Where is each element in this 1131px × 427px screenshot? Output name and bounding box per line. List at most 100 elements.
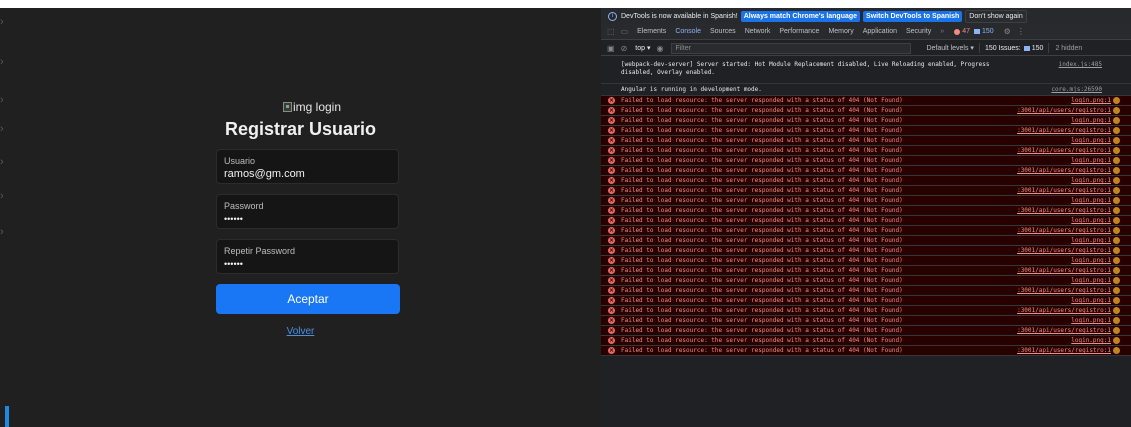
log-source-link[interactable]: core.mjs:26590 bbox=[1051, 86, 1102, 93]
error-message: Failed to load resource: the server resp… bbox=[621, 327, 903, 334]
log-message: [webpack-dev-server] Server started: Hot… bbox=[621, 61, 990, 76]
error-source-link[interactable]: :3001/api/users/registro:1 bbox=[1017, 346, 1111, 355]
error-source-link[interactable]: login.png:1 bbox=[1071, 116, 1111, 125]
network-request-icon[interactable] bbox=[1113, 197, 1120, 204]
network-request-icon[interactable] bbox=[1113, 107, 1120, 114]
console-toolbar: ▣ ⊘ top ▾ ◉ Filter Default levels ▾ 150 … bbox=[601, 41, 1131, 56]
console-error-row: × Failed to load resource: the server res… bbox=[601, 216, 1131, 226]
issue-counter[interactable]: 150 bbox=[973, 28, 994, 35]
network-request-icon[interactable] bbox=[1113, 267, 1120, 274]
network-request-icon[interactable] bbox=[1113, 217, 1120, 224]
repeat-password-value[interactable]: •••••• bbox=[224, 259, 243, 269]
kebab-menu-icon[interactable]: ⋮ bbox=[1017, 27, 1025, 36]
network-request-icon[interactable] bbox=[1113, 157, 1120, 164]
error-source-link[interactable]: :3001/api/users/registro:1 bbox=[1017, 146, 1111, 155]
inspect-element-icon[interactable]: ⬚ bbox=[607, 27, 615, 36]
tab-performance[interactable]: Performance bbox=[779, 28, 819, 35]
network-request-icon[interactable] bbox=[1113, 117, 1120, 124]
error-source-link[interactable]: login.png:1 bbox=[1071, 316, 1111, 325]
network-request-icon[interactable] bbox=[1113, 337, 1120, 344]
gear-icon[interactable]: ⚙ bbox=[1004, 27, 1011, 36]
error-source-link[interactable]: login.png:1 bbox=[1071, 96, 1111, 105]
tab-console[interactable]: Console bbox=[675, 28, 701, 35]
network-request-icon[interactable] bbox=[1113, 277, 1120, 284]
log-source-link[interactable]: index.js:485 bbox=[1059, 61, 1102, 68]
volver-link[interactable]: Volver bbox=[0, 326, 601, 337]
clear-console-icon[interactable]: ⊘ bbox=[621, 44, 628, 53]
error-source-link[interactable]: login.png:1 bbox=[1071, 216, 1111, 225]
error-source-link[interactable]: login.png:1 bbox=[1071, 336, 1111, 345]
error-source-link[interactable]: login.png:1 bbox=[1071, 296, 1111, 305]
network-request-icon[interactable] bbox=[1113, 97, 1120, 104]
network-request-icon[interactable] bbox=[1113, 147, 1120, 154]
more-tabs-icon[interactable]: » bbox=[940, 28, 944, 35]
tab-sources[interactable]: Sources bbox=[710, 28, 736, 35]
network-request-icon[interactable] bbox=[1113, 207, 1120, 214]
tab-application[interactable]: Application bbox=[863, 28, 897, 35]
error-source-link[interactable]: :3001/api/users/registro:1 bbox=[1017, 246, 1111, 255]
tab-network[interactable]: Network bbox=[745, 28, 771, 35]
error-source-link[interactable]: login.png:1 bbox=[1071, 236, 1111, 245]
context-selector[interactable]: top ▾ bbox=[635, 44, 650, 52]
tab-security[interactable]: Security bbox=[906, 28, 931, 35]
error-message: Failed to load resource: the server resp… bbox=[621, 157, 903, 164]
dont-show-again-button[interactable]: Don't show again bbox=[965, 9, 1027, 23]
network-request-icon[interactable] bbox=[1113, 257, 1120, 264]
repeat-password-field[interactable]: Repetir Password •••••• bbox=[216, 239, 399, 274]
network-request-icon[interactable] bbox=[1113, 297, 1120, 304]
error-source-link[interactable]: :3001/api/users/registro:1 bbox=[1017, 306, 1111, 315]
match-language-button[interactable]: Always match Chrome's language bbox=[740, 10, 861, 22]
network-request-icon[interactable] bbox=[1113, 227, 1120, 234]
error-source-link[interactable]: :3001/api/users/registro:1 bbox=[1017, 126, 1111, 135]
network-request-icon[interactable] bbox=[1113, 327, 1120, 334]
error-source-link[interactable]: login.png:1 bbox=[1071, 136, 1111, 145]
error-circle-icon: × bbox=[608, 337, 615, 344]
network-request-icon[interactable] bbox=[1113, 287, 1120, 294]
console-filter-input[interactable]: Filter bbox=[671, 42, 912, 54]
error-message: Failed to load resource: the server resp… bbox=[621, 167, 903, 174]
network-request-icon[interactable] bbox=[1113, 307, 1120, 314]
usuario-field[interactable]: Usuario ramos@gm.com bbox=[216, 149, 399, 184]
network-request-icon[interactable] bbox=[1113, 137, 1120, 144]
device-toolbar-icon[interactable]: ▭ bbox=[621, 27, 629, 36]
live-expression-icon[interactable]: ◉ bbox=[656, 44, 663, 53]
error-source-link[interactable]: :3001/api/users/registro:1 bbox=[1017, 206, 1111, 215]
error-source-link[interactable]: login.png:1 bbox=[1071, 176, 1111, 185]
network-request-icon[interactable] bbox=[1113, 347, 1120, 354]
error-counter[interactable]: 47 bbox=[954, 28, 970, 35]
error-source-link[interactable]: login.png:1 bbox=[1071, 276, 1111, 285]
network-request-icon[interactable] bbox=[1113, 187, 1120, 194]
sidebar-toggle-icon[interactable]: ▣ bbox=[607, 44, 615, 53]
error-source-link[interactable]: login.png:1 bbox=[1071, 196, 1111, 205]
usuario-value[interactable]: ramos@gm.com bbox=[224, 168, 305, 180]
aceptar-button[interactable]: Aceptar bbox=[216, 284, 400, 314]
error-source-link[interactable]: :3001/api/users/registro:1 bbox=[1017, 226, 1111, 235]
network-request-icon[interactable] bbox=[1113, 237, 1120, 244]
error-source-link[interactable]: login.png:1 bbox=[1071, 256, 1111, 265]
error-message: Failed to load resource: the server resp… bbox=[621, 277, 903, 284]
password-field[interactable]: Password •••••• bbox=[216, 194, 399, 229]
network-request-icon[interactable] bbox=[1113, 317, 1120, 324]
error-source-link[interactable]: :3001/api/users/registro:1 bbox=[1017, 166, 1111, 175]
error-message: Failed to load resource: the server resp… bbox=[621, 247, 903, 254]
error-circle-icon: × bbox=[608, 207, 615, 214]
tab-elements[interactable]: Elements bbox=[637, 28, 666, 35]
switch-language-button[interactable]: Switch DevTools to Spanish bbox=[863, 10, 963, 22]
error-source-link[interactable]: :3001/api/users/registro:1 bbox=[1017, 106, 1111, 115]
network-request-icon[interactable] bbox=[1113, 247, 1120, 254]
error-source-link[interactable]: login.png:1 bbox=[1071, 156, 1111, 165]
network-request-icon[interactable] bbox=[1113, 167, 1120, 174]
error-source-link[interactable]: :3001/api/users/registro:1 bbox=[1017, 186, 1111, 195]
left-edge-glyph: › bbox=[0, 190, 4, 202]
log-levels-dropdown[interactable]: Default levels ▾ bbox=[926, 44, 973, 52]
console-error-row: × Failed to load resource: the server res… bbox=[601, 256, 1131, 266]
error-source-link[interactable]: :3001/api/users/registro:1 bbox=[1017, 326, 1111, 335]
password-value[interactable]: •••••• bbox=[224, 214, 243, 224]
tab-memory[interactable]: Memory bbox=[828, 28, 853, 35]
network-request-icon[interactable] bbox=[1113, 177, 1120, 184]
error-source-link[interactable]: :3001/api/users/registro:1 bbox=[1017, 266, 1111, 275]
issues-button[interactable]: 150 Issues: 150 bbox=[985, 45, 1044, 52]
error-circle-icon: × bbox=[608, 307, 615, 314]
network-request-icon[interactable] bbox=[1113, 127, 1120, 134]
error-source-link[interactable]: :3001/api/users/registro:1 bbox=[1017, 286, 1111, 295]
